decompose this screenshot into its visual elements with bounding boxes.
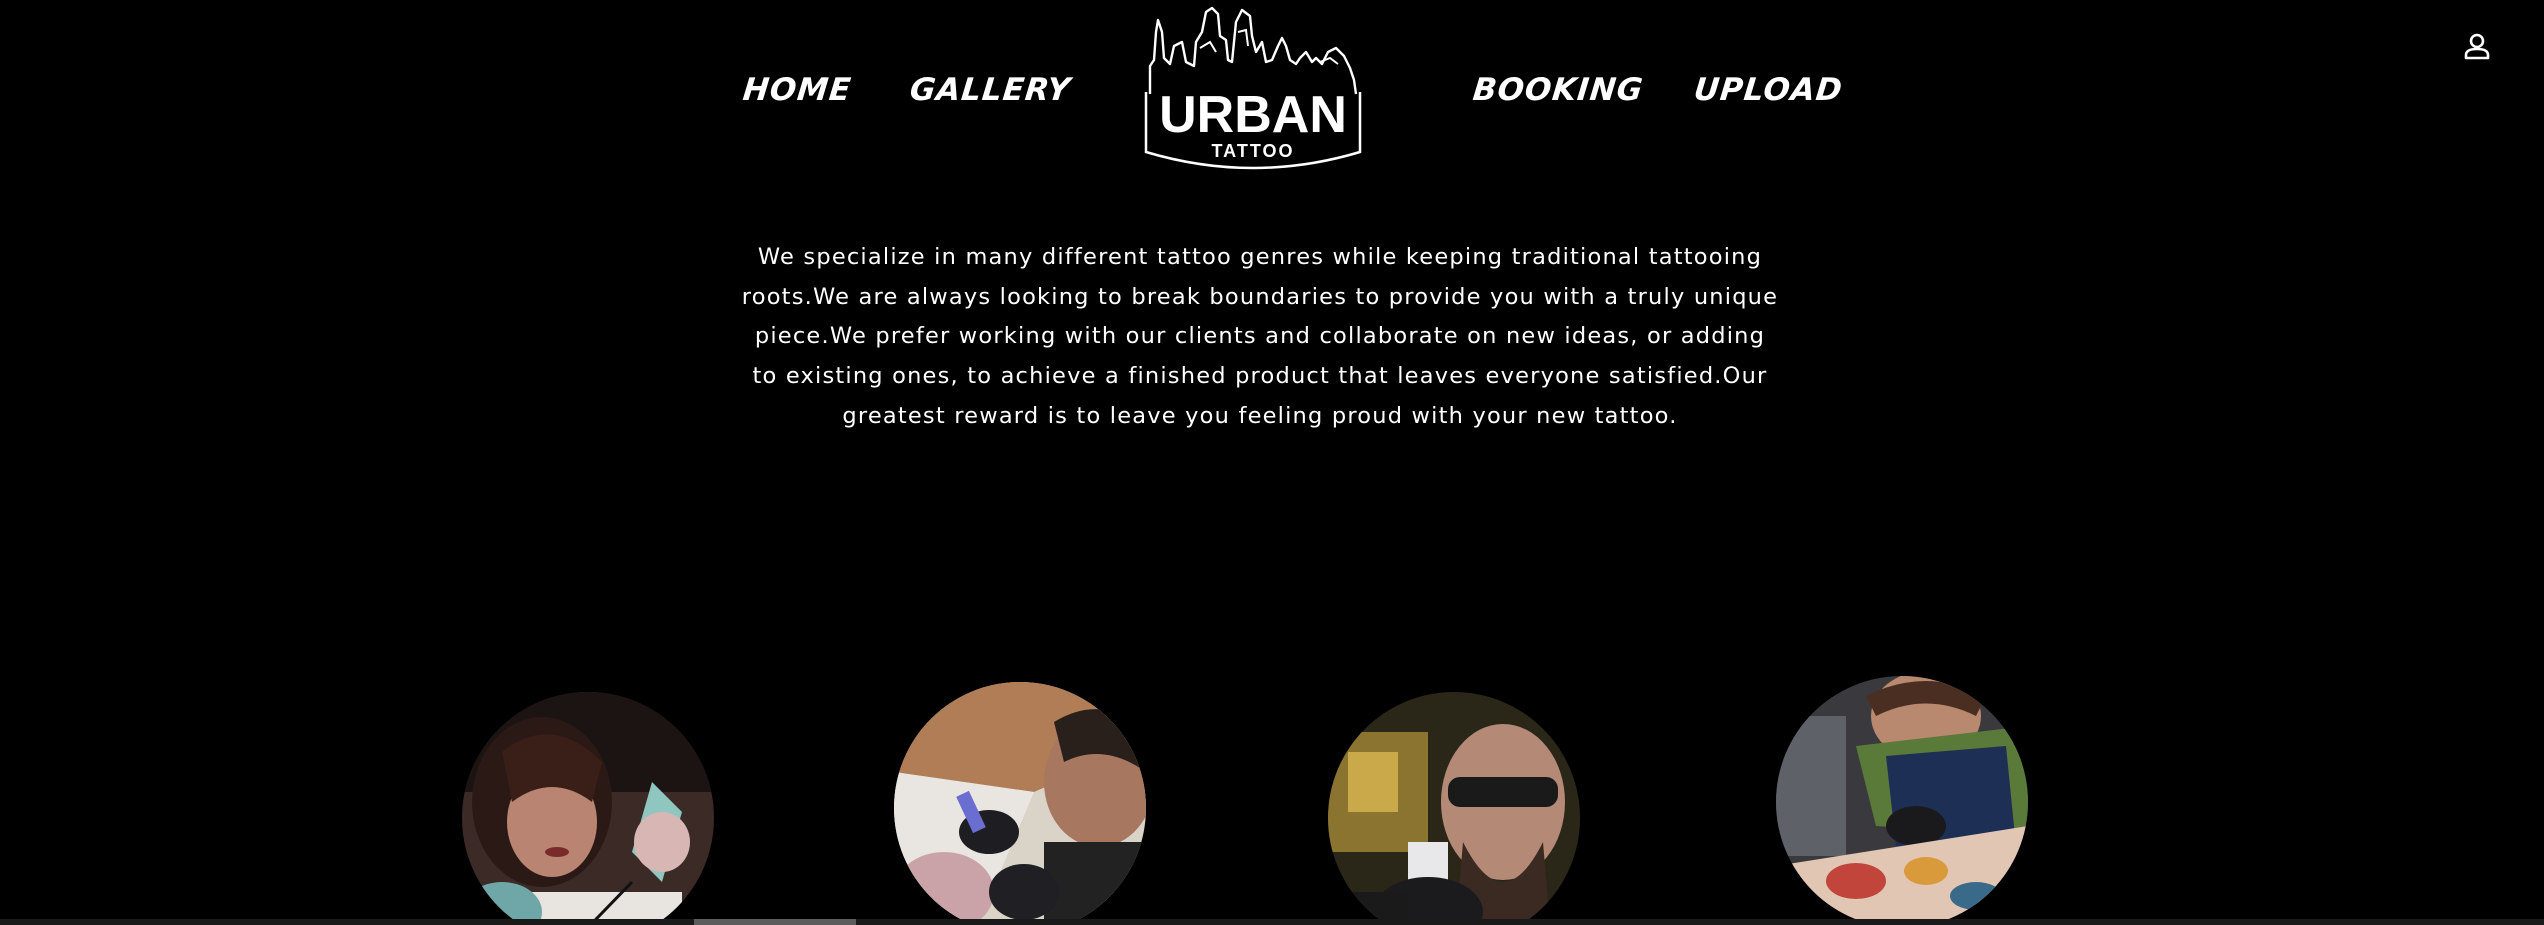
intro-paragraph: We specialize in many different tattoo g… xyxy=(741,244,1779,429)
artist-photo-3[interactable] xyxy=(1328,692,1580,925)
nav-home-link[interactable]: HOME xyxy=(741,72,853,108)
logo-brand-text: URBAN xyxy=(1159,86,1347,144)
nav-gallery-link[interactable]: GALLERY xyxy=(908,72,1072,108)
artist-photo-2[interactable] xyxy=(894,682,1146,925)
logo-sub-text: TATTOO xyxy=(1212,141,1295,161)
artist-photo-4[interactable] xyxy=(1776,676,2028,925)
nav-upload-link[interactable]: UPLOAD xyxy=(1692,72,1844,108)
horizontal-scrollbar-thumb[interactable] xyxy=(694,919,856,925)
urban-tattoo-logo[interactable]: URBAN TATTOO xyxy=(1140,2,1366,174)
page: HOME GALLERY URBAN TATTOO BOOKING UPLOAD… xyxy=(0,0,2544,925)
horizontal-scrollbar-track xyxy=(0,919,2544,925)
logo-graphic: URBAN TATTOO xyxy=(1144,6,1362,170)
user-account-icon[interactable] xyxy=(2460,30,2494,64)
artist-photo-1[interactable] xyxy=(462,692,714,925)
nav-booking-link[interactable]: BOOKING xyxy=(1471,72,1645,108)
